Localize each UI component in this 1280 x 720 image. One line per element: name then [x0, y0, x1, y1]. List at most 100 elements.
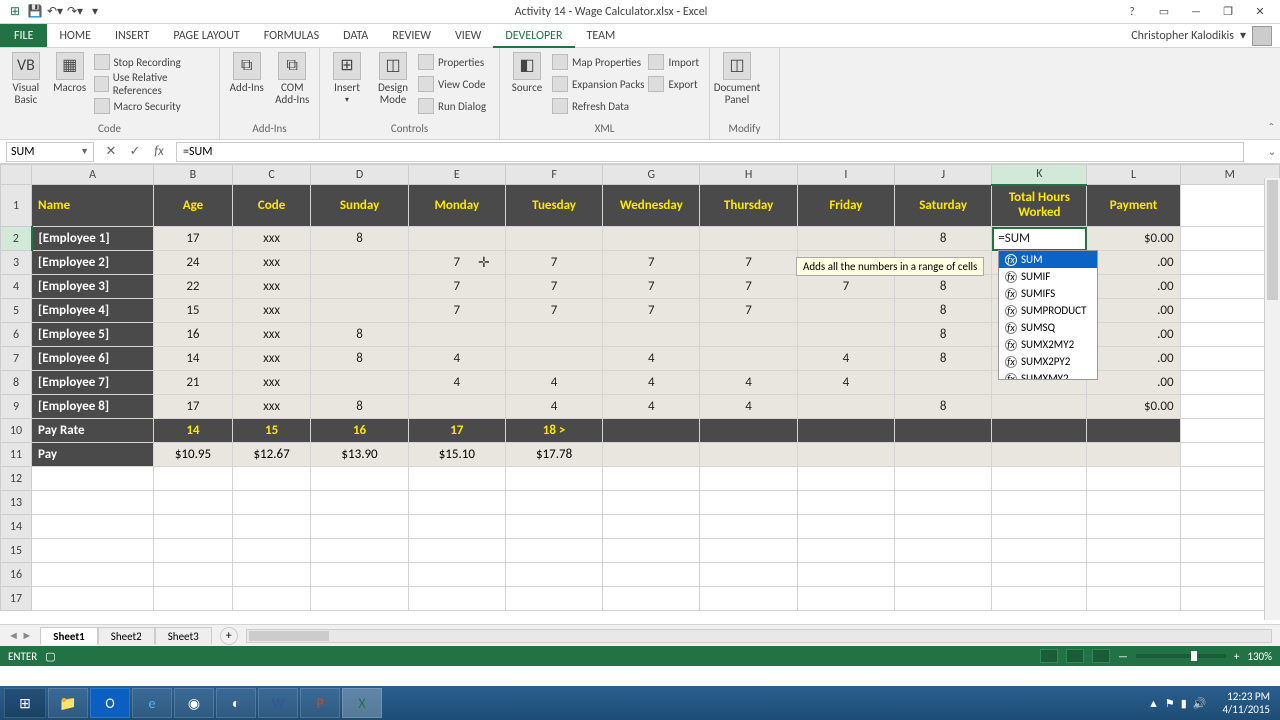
macro-rec-icon[interactable]: ▢: [45, 650, 55, 663]
fx-icon[interactable]: fx: [150, 143, 168, 161]
map-properties-button[interactable]: Map Properties: [552, 52, 644, 72]
sheet-tab-3[interactable]: Sheet3: [155, 627, 212, 645]
tab-home[interactable]: HOME: [47, 24, 103, 47]
restore-icon[interactable]: ❐: [1216, 3, 1240, 21]
select-all-corner[interactable]: [1, 165, 32, 185]
tab-view[interactable]: VIEW: [443, 24, 493, 47]
file-explorer-button[interactable]: 📁: [48, 688, 88, 718]
chrome-button[interactable]: ◉: [174, 688, 214, 718]
formula-input[interactable]: =SUM: [176, 142, 1244, 162]
autocomplete-list[interactable]: fxSUMfxSUMIFfxSUMIFSfxSUMPRODUCTfxSUMSQf…: [998, 250, 1098, 380]
properties-button[interactable]: Properties: [418, 52, 486, 72]
row-15[interactable]: 15: [1, 539, 32, 563]
row-14[interactable]: 14: [1, 515, 32, 539]
tab-review[interactable]: REVIEW: [380, 24, 443, 47]
expand-formula-icon[interactable]: ⌄: [1264, 145, 1280, 158]
collapse-ribbon-icon[interactable]: ˆ: [1268, 120, 1274, 137]
row-8[interactable]: 8: [1, 371, 32, 395]
outlook-button[interactable]: O: [90, 688, 130, 718]
sheet-tab-2[interactable]: Sheet2: [98, 627, 155, 645]
row-11[interactable]: 11: [1, 443, 32, 467]
tab-developer[interactable]: DEVELOPER: [493, 25, 574, 48]
tab-file[interactable]: FILE: [0, 24, 47, 47]
row-7[interactable]: 7: [1, 347, 32, 371]
run-dialog-button[interactable]: Run Dialog: [418, 96, 486, 116]
autocomplete-item[interactable]: fxSUMX2MY2: [999, 336, 1097, 353]
row-6[interactable]: 6: [1, 323, 32, 347]
zoom-in-button[interactable]: +: [1234, 650, 1239, 663]
row-4[interactable]: 4: [1, 275, 32, 299]
enter-icon[interactable]: ✓: [126, 143, 144, 161]
row-1[interactable]: 1: [1, 185, 32, 227]
close-icon[interactable]: ✕: [1248, 3, 1272, 21]
tab-team[interactable]: TEAM: [575, 24, 628, 47]
col-H[interactable]: H: [700, 165, 797, 185]
col-F[interactable]: F: [505, 165, 602, 185]
source-button[interactable]: ◧Source: [506, 52, 548, 120]
qat-dropdown-icon[interactable]: ▾: [86, 3, 104, 21]
row-3[interactable]: 3: [1, 251, 32, 275]
row-5[interactable]: 5: [1, 299, 32, 323]
cancel-icon[interactable]: ✕: [102, 143, 120, 161]
tab-insert[interactable]: INSERT: [103, 24, 161, 47]
col-C[interactable]: C: [232, 165, 311, 185]
autocomplete-item[interactable]: fxSUMIFS: [999, 285, 1097, 302]
row-17[interactable]: 17: [1, 587, 32, 611]
col-J[interactable]: J: [895, 165, 992, 185]
add-sheet-button[interactable]: +: [220, 627, 238, 645]
expansion-packs-button[interactable]: Expansion Packs: [552, 74, 644, 94]
zoom-out-button[interactable]: —: [1118, 650, 1128, 663]
visual-basic-button[interactable]: VBVisual Basic: [6, 52, 46, 120]
sheet-tab-1[interactable]: Sheet1: [40, 627, 98, 645]
tab-data[interactable]: DATA: [331, 24, 380, 47]
undo-icon[interactable]: ↶▾: [46, 3, 64, 21]
autocomplete-item[interactable]: fxSUMSQ: [999, 319, 1097, 336]
system-tray[interactable]: ▲ ⚑ ▮ 🔊: [1142, 697, 1213, 710]
normal-view-button[interactable]: [1040, 649, 1058, 663]
row-16[interactable]: 16: [1, 563, 32, 587]
col-K[interactable]: K: [992, 165, 1087, 185]
network-icon[interactable]: ▮: [1181, 697, 1187, 710]
name-box[interactable]: SUM ▼: [6, 142, 94, 162]
app-button[interactable]: ◐: [216, 688, 256, 718]
zoom-level[interactable]: 130%: [1247, 650, 1272, 663]
stop-recording-button[interactable]: Stop Recording: [94, 52, 214, 72]
redo-icon[interactable]: ↷▾: [66, 3, 84, 21]
col-I[interactable]: I: [797, 165, 894, 185]
autocomplete-item[interactable]: fxSUMXMY2: [999, 370, 1097, 380]
ie-button[interactable]: e: [132, 688, 172, 718]
macros-button[interactable]: ▦Macros: [50, 52, 90, 120]
addins-button[interactable]: ⧉Add-Ins: [226, 52, 268, 120]
export-button[interactable]: Export: [648, 74, 699, 94]
autocomplete-item[interactable]: fxSUMIF: [999, 268, 1097, 285]
col-B[interactable]: B: [154, 165, 233, 185]
autocomplete-item[interactable]: fxSUMPRODUCT: [999, 302, 1097, 319]
tab-pagelayout[interactable]: PAGE LAYOUT: [161, 24, 251, 47]
flag-icon[interactable]: ⚑: [1165, 697, 1175, 710]
tab-formulas[interactable]: FORMULAS: [252, 24, 331, 47]
document-panel-button[interactable]: ◫Document Panel: [716, 52, 758, 120]
autocomplete-item[interactable]: fxSUMX2PY2: [999, 353, 1097, 370]
start-button[interactable]: ⊞: [4, 688, 46, 718]
col-A[interactable]: A: [32, 165, 154, 185]
word-button[interactable]: W: [258, 688, 298, 718]
account-area[interactable]: Christopher Kalodikis ▾: [1123, 24, 1280, 47]
excel-taskbar-button[interactable]: X: [342, 688, 382, 718]
col-G[interactable]: G: [603, 165, 700, 185]
sheet-nav[interactable]: ◄ ►: [0, 629, 40, 642]
page-break-view-button[interactable]: [1092, 649, 1110, 663]
autocomplete-item[interactable]: fxSUM: [999, 251, 1097, 268]
vertical-scrollbar[interactable]: [1264, 178, 1280, 620]
view-code-button[interactable]: View Code: [418, 74, 486, 94]
chevron-down-icon[interactable]: ▼: [80, 146, 89, 157]
row-12[interactable]: 12: [1, 467, 32, 491]
spreadsheet-grid[interactable]: A B C D E F G H I J K L M 1 Name Age Cod…: [0, 164, 1280, 611]
row-10[interactable]: 10: [1, 419, 32, 443]
minimize-icon[interactable]: —: [1184, 3, 1208, 21]
row-9[interactable]: 9: [1, 395, 32, 419]
com-addins-button[interactable]: ⧉COM Add-Ins: [272, 52, 314, 120]
zoom-slider[interactable]: [1136, 654, 1226, 658]
powerpoint-button[interactable]: P: [300, 688, 340, 718]
ribbon-options-icon[interactable]: ▭: [1152, 3, 1176, 21]
clock[interactable]: 12:23 PM 4/11/2015: [1216, 690, 1276, 716]
